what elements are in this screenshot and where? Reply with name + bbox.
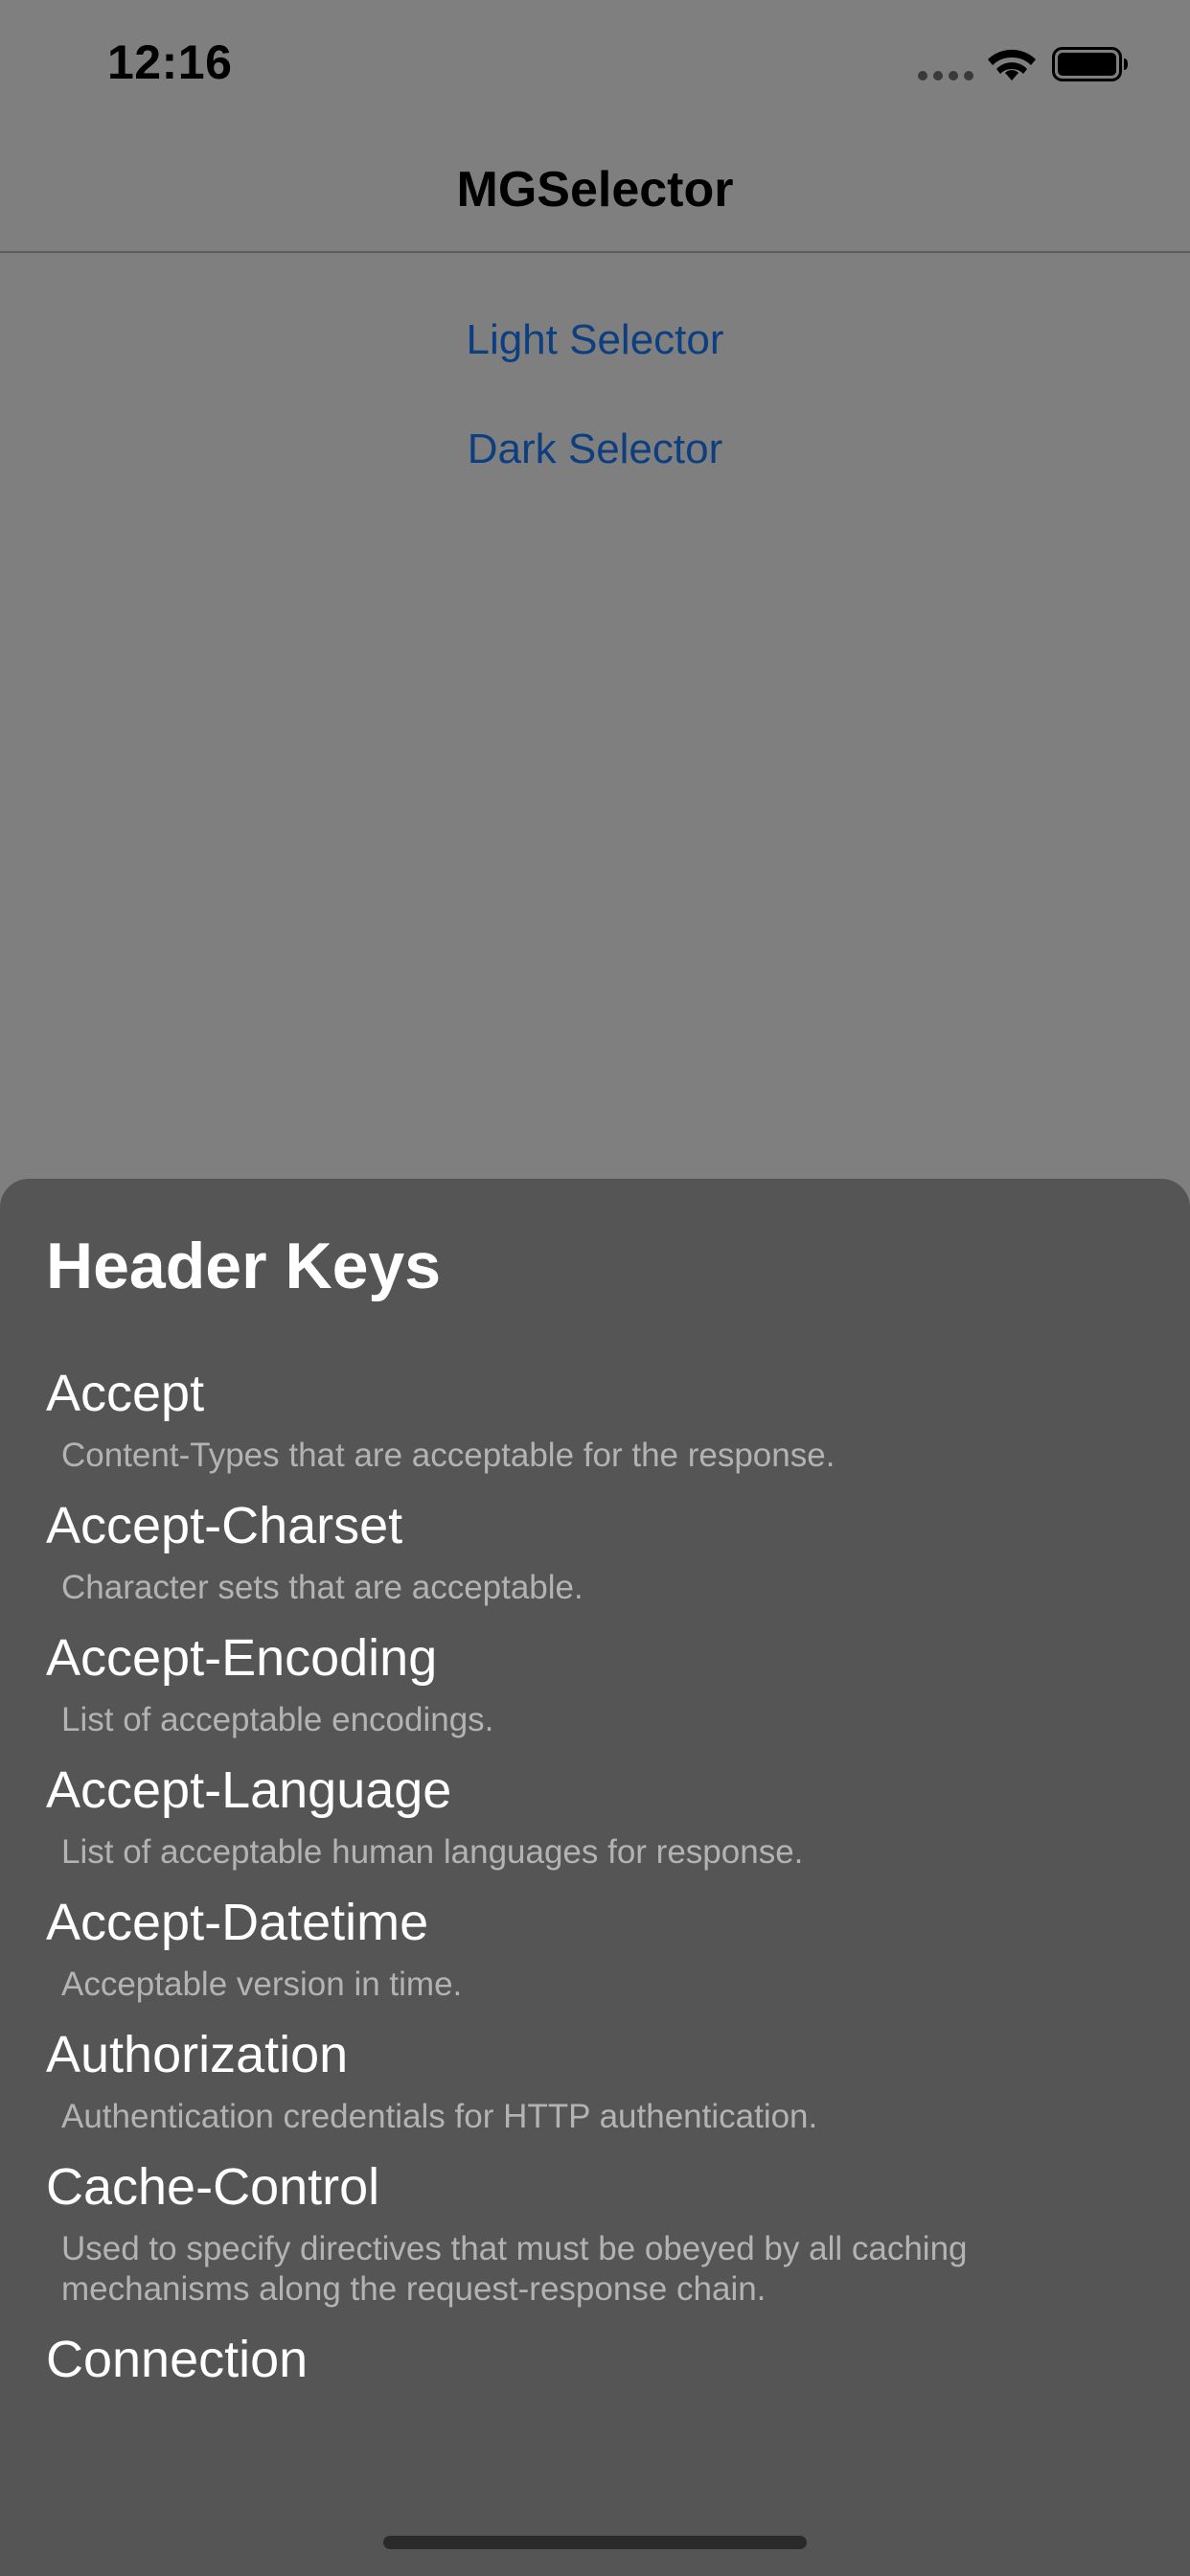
list-item[interactable]: Accept-Charset Character sets that are a…	[0, 1495, 1190, 1608]
list-item[interactable]: Cache-Control Used to specify directives…	[0, 2156, 1190, 2310]
light-selector-button[interactable]: Light Selector	[0, 316, 1190, 364]
list-item[interactable]: Authorization Authentication credentials…	[0, 2024, 1190, 2137]
list-item[interactable]: Accept-Language List of acceptable human…	[0, 1760, 1190, 1873]
item-description: Content-Types that are acceptable for th…	[61, 1437, 835, 1474]
item-title: Cache-Control	[46, 2158, 380, 2216]
battery-icon	[1052, 47, 1128, 81]
item-title: Accept-Datetime	[46, 1894, 429, 1951]
item-title: Authorization	[46, 2026, 349, 2083]
item-description: List of acceptable human languages for r…	[61, 1833, 804, 1871]
list-item[interactable]: Connection	[0, 2329, 1190, 2402]
item-title: Accept-Charset	[46, 1497, 403, 1554]
item-description: Character sets that are acceptable.	[61, 1569, 584, 1606]
nav-title: MGSelector	[456, 162, 734, 218]
item-title: Accept-Language	[46, 1761, 452, 1819]
status-bar: 12:16	[0, 0, 1190, 126]
item-description: List of acceptable encodings.	[61, 1701, 494, 1738]
item-description: Authentication credentials for HTTP auth…	[61, 2098, 818, 2135]
list-item[interactable]: Accept-Encoding List of acceptable encod…	[0, 1627, 1190, 1740]
header-keys-list[interactable]: Accept Content-Types that are acceptable…	[0, 1363, 1190, 2501]
sheet-title: Header Keys	[46, 1230, 442, 1302]
item-title: Accept-Encoding	[46, 1629, 438, 1687]
cellular-signal-icon	[918, 71, 975, 80]
navigation-bar: MGSelector	[0, 126, 1190, 253]
wifi-icon	[988, 49, 1036, 80]
item-description: Acceptable version in time.	[61, 1966, 463, 2003]
item-description: Used to specify directives that must be …	[61, 2230, 968, 2308]
item-title: Connection	[46, 2331, 309, 2388]
list-item[interactable]: Accept-Datetime Acceptable version in ti…	[0, 1892, 1190, 2005]
header-keys-sheet: Header Keys Accept Content-Types that ar…	[0, 1179, 1190, 2576]
dark-selector-button[interactable]: Dark Selector	[0, 426, 1190, 473]
home-indicator[interactable]	[383, 2536, 807, 2549]
item-title: Accept	[46, 1365, 205, 1422]
list-item[interactable]: Accept Content-Types that are acceptable…	[0, 1363, 1190, 1476]
status-time: 12:16	[107, 35, 233, 89]
